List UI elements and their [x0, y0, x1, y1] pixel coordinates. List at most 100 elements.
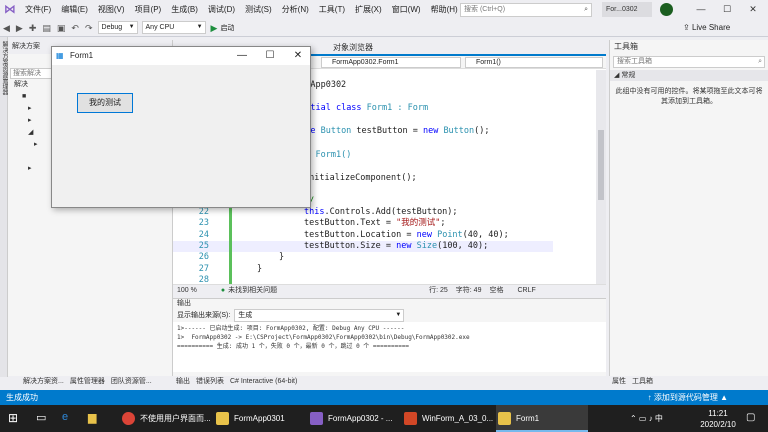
code-text: testButton.Location =	[304, 230, 417, 240]
output-source-select[interactable]: 生成 ▼	[234, 309, 405, 322]
menu-file[interactable]: 文件(F)	[20, 0, 56, 19]
task-view-icon[interactable]: ▭	[36, 411, 46, 424]
form1-titlebar[interactable]: ▦ Form1 — ☐ ✕	[52, 47, 310, 65]
taskbar-item-chrome[interactable]: 不使用用户界面而...	[120, 405, 212, 432]
edge-icon[interactable]: e	[62, 411, 68, 423]
taskbar-item-powerpoint[interactable]: WinForm_A_03_0...	[402, 405, 494, 432]
output-source-label: 显示输出来源(S):	[177, 312, 231, 319]
config-select[interactable]: Debug ▼	[97, 21, 138, 34]
toolbox-search-input[interactable]: 搜索工具箱 ⌕	[613, 56, 765, 68]
menu-test[interactable]: 测试(S)	[240, 0, 277, 19]
code-line: 22 this.Controls.Add(testButton);	[173, 207, 458, 218]
taskbar-item-label: WinForm_A_03_0...	[422, 414, 494, 423]
file-explorer-icon[interactable]: ▆	[88, 411, 96, 424]
undo-icon[interactable]: ↶	[68, 19, 82, 37]
clock-date: 2020/2/10	[700, 420, 736, 429]
search-icon: ⌕	[584, 6, 588, 13]
maximize-icon[interactable]: ☐	[256, 47, 284, 65]
menu-debug[interactable]: 调试(D)	[203, 0, 240, 19]
output-source-bar: 显示输出来源(S): 生成 ▼	[173, 309, 606, 322]
taskbar-item-label: 不使用用户界面而...	[140, 414, 211, 423]
toolbox-group[interactable]: ◢ 常规	[610, 70, 768, 81]
side-strip: 解决方案资源管理器	[0, 37, 8, 377]
code-type: Point	[437, 230, 463, 240]
menu-window[interactable]: 窗口(W)	[387, 0, 426, 19]
tab-team-explorer[interactable]: 团队资源管...	[108, 376, 155, 388]
menu-project[interactable]: 项目(P)	[130, 0, 167, 19]
tab-property-manager[interactable]: 属性管理器	[67, 376, 108, 388]
indent-mode[interactable]: 空格	[489, 285, 503, 296]
live-share-button[interactable]: ⇪ Live Share	[683, 19, 730, 37]
back-icon[interactable]: ◀	[0, 19, 13, 37]
code-text: }	[279, 252, 285, 262]
maximize-icon[interactable]: ☐	[714, 0, 740, 19]
platform-select[interactable]: Any CPU ▼	[141, 21, 206, 34]
redo-icon[interactable]: ↷	[82, 19, 96, 37]
tab-solution-explorer[interactable]: 解决方案资...	[20, 376, 67, 388]
output-text[interactable]: 1>------ 已启动生成: 项目: FormApp0302, 配置: Deb…	[173, 322, 606, 372]
taskbar-item-visual-studio[interactable]: FormApp0302 - ...	[308, 405, 400, 432]
member-value: Form1()	[476, 59, 501, 66]
code-type: Form1 :	[366, 103, 408, 113]
code-text: ();	[474, 126, 490, 136]
tab-error-list[interactable]: 错误列表	[193, 376, 227, 388]
line-number: 22	[198, 207, 209, 217]
zoom-level[interactable]: 100 %	[173, 285, 201, 296]
issues-status[interactable]: 未找到相关问题	[225, 285, 277, 296]
tab-object-browser[interactable]: 对象浏览器	[323, 40, 383, 56]
share-icon: ⇪	[683, 23, 692, 32]
add-to-source-control[interactable]: ↑ 添加到源代码管理 ▲	[648, 390, 728, 405]
toolbox-title: 工具箱	[614, 42, 638, 51]
forward-icon[interactable]: ▶	[13, 19, 26, 37]
close-icon[interactable]: ✕	[284, 47, 312, 65]
clock[interactable]: 11:21 2020/2/10	[698, 408, 738, 430]
taskbar-item-folder[interactable]: FormApp0301	[214, 405, 306, 432]
visual-studio-logo-icon[interactable]: ⋈	[0, 0, 20, 19]
minimize-icon[interactable]: —	[228, 47, 256, 65]
code-line: 23 testButton.Text = "我的测试";	[173, 218, 446, 229]
notification-icon[interactable]: ▢	[746, 412, 755, 423]
code-text: testButton =	[356, 126, 423, 136]
line-ending[interactable]: CRLF	[517, 285, 535, 296]
class-select[interactable]: FormApp0302.Form1	[321, 57, 461, 68]
taskbar-item-label: FormApp0301	[234, 414, 285, 423]
test-button[interactable]: 我的测试	[77, 93, 133, 113]
taskbar-item-label: FormApp0302 - ...	[328, 414, 393, 423]
menu-view[interactable]: 视图(V)	[93, 0, 130, 19]
menu-extensions[interactable]: 扩展(X)	[350, 0, 387, 19]
code-type: Button	[443, 126, 475, 136]
avatar[interactable]	[660, 3, 673, 16]
folder-icon	[216, 412, 229, 425]
line-number: 24	[198, 230, 209, 240]
windows-start-icon[interactable]: ⊞	[8, 411, 18, 425]
start-button[interactable]: 启动	[220, 23, 234, 33]
search-input[interactable]: 搜索 (Ctrl+Q) ⌕	[460, 3, 592, 17]
start-icon[interactable]: ▶	[208, 19, 221, 37]
member-select[interactable]: Form1()	[465, 57, 603, 68]
minimize-icon[interactable]: —	[688, 0, 714, 19]
taskbar-item-form1[interactable]: Form1	[496, 405, 588, 432]
code-text: InitializeComponent();	[304, 173, 417, 183]
open-icon[interactable]: ▤	[39, 19, 54, 37]
menu-build[interactable]: 生成(B)	[166, 0, 203, 19]
scrollbar-thumb[interactable]	[598, 130, 604, 200]
taskbar-item-label: Form1	[516, 414, 540, 423]
search-placeholder: 搜索 (Ctrl+Q)	[464, 6, 506, 13]
editor-scrollbar[interactable]	[596, 70, 606, 284]
menu-tools[interactable]: 工具(T)	[314, 0, 350, 19]
form1-window[interactable]: ▦ Form1 — ☐ ✕ 我的测试	[51, 46, 311, 208]
live-share-label: Live Share	[691, 23, 731, 32]
tab-csharp-interactive[interactable]: C# Interactive (64-bit)	[227, 376, 300, 388]
tab-properties[interactable]: 属性	[609, 376, 629, 388]
close-icon[interactable]: ✕	[740, 0, 766, 19]
tray-icons[interactable]: ⌃ ▭ ♪ 中	[630, 413, 663, 424]
menu-analyze[interactable]: 分析(N)	[277, 0, 314, 19]
bottom-left-tabs: 解决方案资... 属性管理器 团队资源管...	[20, 376, 173, 388]
menu-help[interactable]: 帮助(H)	[426, 0, 463, 19]
tab-output[interactable]: 输出	[173, 376, 193, 388]
save-icon[interactable]: ▣	[54, 19, 69, 37]
build-status: 生成成功	[6, 393, 38, 402]
tab-toolbox[interactable]: 工具箱	[629, 376, 656, 388]
menu-edit[interactable]: 编辑(E)	[56, 0, 93, 19]
new-project-icon[interactable]: ✚	[26, 19, 40, 37]
